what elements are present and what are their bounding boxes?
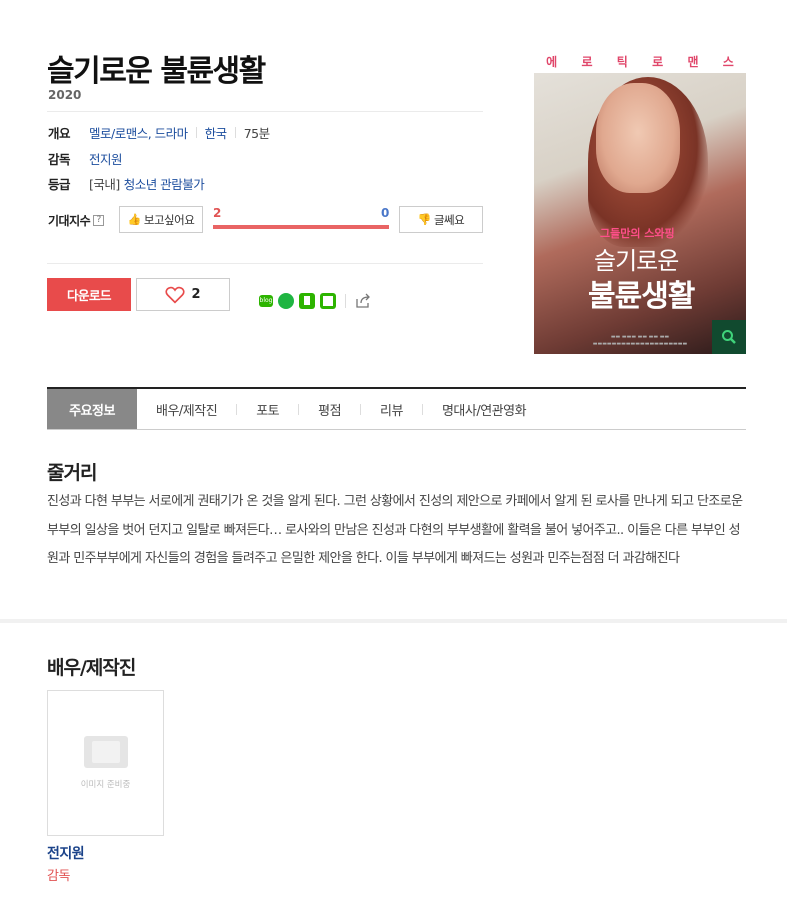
- separator: [345, 294, 346, 308]
- movie-title: 슬기로운 불륜생활: [47, 54, 266, 89]
- country-link[interactable]: 한국: [205, 123, 228, 142]
- poster-tagline: 에 로 틱 로 맨 스: [534, 49, 746, 73]
- cast-heading: 배우/제작진: [47, 657, 136, 679]
- share-icon[interactable]: [355, 293, 371, 309]
- image-placeholder-text: 이미지 준비중: [80, 780, 131, 790]
- like-button-label: 보고싶어요: [143, 212, 195, 227]
- poster-zoom-button[interactable]: [712, 320, 746, 354]
- poster-char: 틱: [616, 54, 628, 69]
- cast-name-link[interactable]: 전지원: [47, 843, 85, 863]
- director-label: 감독: [48, 152, 71, 167]
- section-divider: [0, 619, 787, 623]
- heart-button[interactable]: 2: [136, 278, 230, 311]
- dislike-count: 0: [381, 206, 390, 220]
- cast-role: 감독: [47, 869, 70, 884]
- expectation-label: 기대지수: [48, 214, 91, 228]
- tab-rating[interactable]: 평점: [299, 389, 360, 429]
- cast-card[interactable]: 이미지 준비중: [47, 690, 164, 836]
- overview-label: 개요: [48, 126, 71, 141]
- heart-count: 2: [191, 287, 201, 302]
- poster-face: [596, 83, 680, 193]
- rating-label: 등급: [48, 177, 71, 192]
- synopsis-heading: 줄거리: [47, 462, 97, 484]
- director-row: 감독 전지원: [48, 149, 123, 168]
- download-button[interactable]: 다운로드: [47, 278, 131, 311]
- poster-char: 맨: [687, 54, 699, 69]
- share-icons: blog: [259, 293, 371, 309]
- poster-subtitle: 그들만의 스와핑: [600, 227, 675, 240]
- synopsis-text: 진성과 다현 부부는 서로에게 권태기가 온 것을 알게 된다. 그런 상황에서…: [47, 494, 743, 566]
- tab-bar: 주요정보 배우/제작진 포토 평점 리뷰 명대사/연관영화: [47, 387, 746, 430]
- help-icon[interactable]: ?: [93, 215, 105, 226]
- tab-review[interactable]: 리뷰: [361, 389, 422, 429]
- poster-title-line2: 불륜생활: [588, 279, 695, 314]
- runtime: 75분: [243, 126, 270, 141]
- tab-quotes-related[interactable]: 명대사/연관영화: [423, 389, 545, 429]
- divider: [47, 263, 483, 264]
- thumbs-up-icon: 👍: [127, 213, 142, 226]
- expectation-label-group: 기대지수 ?: [48, 212, 105, 229]
- memo-share-icon[interactable]: [320, 293, 336, 309]
- rating-link[interactable]: 청소년 관람불가: [124, 174, 205, 193]
- expectation-bar: [213, 225, 389, 229]
- poster-char: 에: [546, 54, 558, 69]
- poster-char: 로: [652, 54, 664, 69]
- movie-year: 2020: [48, 88, 82, 102]
- dislike-button[interactable]: 👎 글쎄요: [399, 206, 483, 233]
- dislike-button-label: 글쎄요: [433, 212, 465, 227]
- poster-char: 로: [581, 54, 593, 69]
- separator: [195, 127, 197, 138]
- genre-link[interactable]: 멜로/로맨스, 드라마: [89, 123, 188, 142]
- like-button[interactable]: 👍 보고싶어요: [119, 206, 203, 233]
- rating-row: 등급 [국내] 청소년 관람불가: [48, 174, 205, 193]
- divider: [47, 111, 483, 112]
- overview-row: 개요 멜로/로맨스, 드라마 한국 75분: [48, 123, 270, 142]
- separator: [234, 127, 236, 138]
- thumbs-down-icon: 👎: [417, 213, 432, 226]
- tab-main-info[interactable]: 주요정보: [47, 389, 137, 429]
- like-count: 2: [213, 206, 222, 220]
- search-icon: [722, 330, 736, 344]
- bookmark-share-icon[interactable]: [299, 293, 315, 309]
- bookmark-shape: [304, 296, 310, 305]
- movie-poster[interactable]: 에 로 틱 로 맨 스 그들만의 스와핑 슬기로운 불륜생활 ▬▬ ▬▬▬ ▬▬…: [534, 49, 746, 354]
- image-placeholder-icon: [83, 736, 128, 768]
- director-link[interactable]: 전지원: [89, 149, 123, 168]
- heart-icon: [165, 286, 186, 304]
- tab-photo[interactable]: 포토: [237, 389, 298, 429]
- poster-char: 스: [722, 54, 734, 69]
- band-share-icon[interactable]: [278, 293, 294, 309]
- tab-cast-crew[interactable]: 배우/제작진: [137, 389, 236, 429]
- blog-share-icon[interactable]: blog: [259, 295, 273, 307]
- memo-shape: [323, 296, 333, 306]
- rating-prefix: [국내]: [89, 177, 120, 192]
